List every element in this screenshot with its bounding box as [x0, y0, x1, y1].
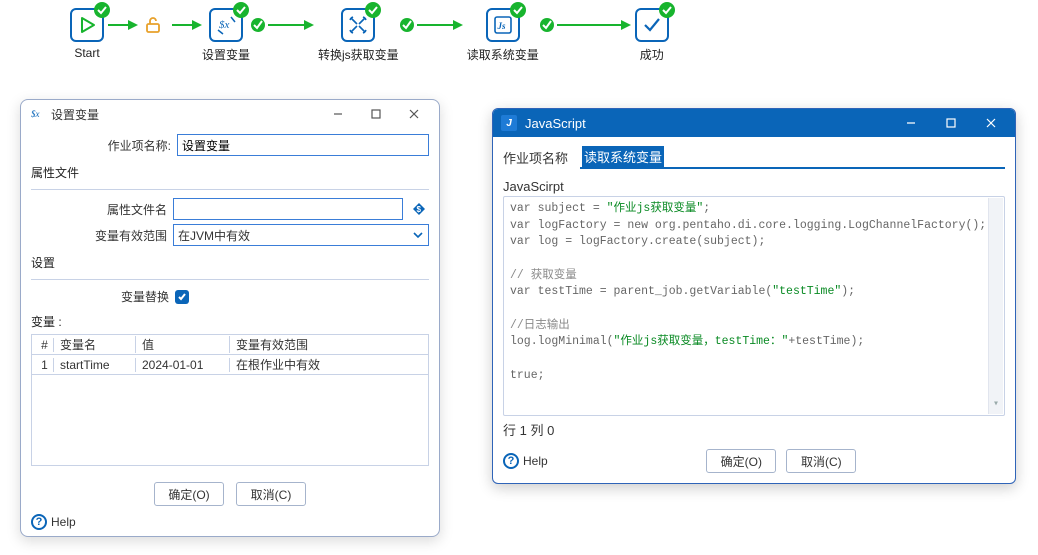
- scope-label: 变量有效范围: [91, 227, 167, 244]
- scope-dropdown[interactable]: 在JVM中有效: [173, 224, 429, 246]
- help-icon: ?: [503, 453, 519, 469]
- status-success-icon: [365, 2, 381, 18]
- flow-label: 转换js获取变量: [318, 46, 399, 63]
- title-bar[interactable]: J JavaScript: [493, 109, 1015, 137]
- col-idx: #: [32, 338, 54, 352]
- flow-node-set-var[interactable]: $x 设置变量: [202, 8, 250, 63]
- flow-node-success[interactable]: 成功: [635, 8, 669, 63]
- cell-value: 2024-01-01: [136, 358, 230, 372]
- flow-label: 读取系统变量: [467, 46, 539, 63]
- flow-label: 设置变量: [202, 46, 250, 63]
- status-success-icon: [510, 2, 526, 18]
- table-row[interactable]: 1 startTime 2024-01-01 在根作业中有效: [32, 355, 428, 375]
- scope-value: 在JVM中有效: [178, 227, 250, 244]
- flow-node-js-get[interactable]: 转换js获取变量: [318, 8, 399, 63]
- flow-arrow: [168, 8, 202, 42]
- close-button[interactable]: [971, 111, 1011, 135]
- ok-button[interactable]: 确定(O): [706, 449, 776, 473]
- status-success-icon: [233, 2, 249, 18]
- variables-header: 变量 :: [31, 313, 429, 330]
- selected-text: 读取系统变量: [582, 146, 664, 167]
- javascript-icon: Js: [486, 8, 520, 42]
- flow-node-read-sys[interactable]: Js 读取系统变量: [467, 8, 539, 63]
- ok-button[interactable]: 确定(O): [154, 482, 224, 506]
- status-success-icon: [659, 2, 675, 18]
- dialog-title: 设置变量: [51, 106, 99, 123]
- minimize-button[interactable]: [891, 111, 931, 135]
- cell-name: startTime: [54, 358, 136, 372]
- job-item-name-label: 作业项名称: [503, 148, 568, 167]
- status-success-icon: [94, 2, 110, 18]
- variables-table[interactable]: # 变量名 值 变量有效范围 1 startTime 2024-01-01 在根…: [31, 334, 429, 466]
- flow-arrow: [250, 8, 318, 42]
- code-section-label: JavaScirpt: [503, 179, 1005, 194]
- set-variable-icon: $x: [209, 8, 243, 42]
- workflow-canvas: Start $x 设置变量 转换js获取变量: [70, 8, 669, 86]
- chevron-down-icon: [410, 227, 426, 243]
- job-item-name-input[interactable]: 读取系统变量: [580, 145, 1005, 169]
- javascript-dialog: J JavaScript 作业项名称 读取系统变量 JavaScirpt var…: [492, 108, 1016, 484]
- success-icon: [635, 8, 669, 42]
- var-replace-label: 变量替换: [121, 288, 169, 305]
- flow-label: 成功: [640, 46, 664, 63]
- scrollbar[interactable]: ▾: [988, 198, 1003, 414]
- prop-file-name-input[interactable]: [173, 198, 403, 220]
- code-editor[interactable]: var subject = "作业js获取变量"; var logFactory…: [503, 196, 1005, 416]
- flow-arrow: [399, 8, 467, 42]
- title-bar[interactable]: $x 设置变量: [21, 100, 439, 128]
- set-variable-icon: $x: [29, 106, 45, 122]
- minimize-button[interactable]: [319, 103, 357, 125]
- svg-text:$x: $x: [31, 109, 40, 119]
- svg-text:$x: $x: [219, 19, 230, 31]
- cancel-button[interactable]: 取消(C): [236, 482, 306, 506]
- svg-text:$: $: [417, 205, 422, 214]
- flow-node-start[interactable]: Start: [70, 8, 104, 60]
- chevron-down-icon: ▾: [993, 396, 999, 415]
- col-name: 变量名: [54, 336, 136, 353]
- maximize-button[interactable]: [357, 103, 395, 125]
- property-file-group: 属性文件: [31, 164, 429, 181]
- start-icon: [70, 8, 104, 42]
- transform-icon: [341, 8, 375, 42]
- flow-label: Start: [74, 46, 99, 60]
- maximize-button[interactable]: [931, 111, 971, 135]
- job-item-name-label: 作业项名称:: [31, 137, 171, 154]
- close-button[interactable]: [395, 103, 433, 125]
- job-item-name-input[interactable]: [177, 134, 429, 156]
- var-replace-checkbox[interactable]: [175, 290, 189, 304]
- prop-file-name-label: 属性文件名: [91, 201, 167, 218]
- settings-group: 设置: [31, 254, 429, 271]
- javascript-icon: J: [501, 115, 517, 131]
- cell-idx: 1: [32, 358, 54, 372]
- svg-text:Js: Js: [496, 21, 506, 31]
- cancel-button[interactable]: 取消(C): [786, 449, 856, 473]
- col-scope: 变量有效范围: [230, 336, 428, 353]
- lock-icon: [144, 8, 162, 42]
- variable-picker-icon[interactable]: $: [409, 199, 429, 219]
- dialog-title: JavaScript: [525, 116, 586, 131]
- flow-arrow: [539, 8, 635, 42]
- help-link[interactable]: ? Help: [31, 514, 76, 530]
- set-variable-dialog: $x 设置变量 作业项名称: 属性文件 属性文件名 $ 变量有效范围 在JVM中…: [20, 99, 440, 537]
- cursor-status: 行 1 列 0: [503, 416, 1005, 443]
- help-icon: ?: [31, 514, 47, 530]
- help-link[interactable]: ? Help: [503, 453, 548, 469]
- col-value: 值: [136, 336, 230, 353]
- cell-scope: 在根作业中有效: [230, 356, 428, 373]
